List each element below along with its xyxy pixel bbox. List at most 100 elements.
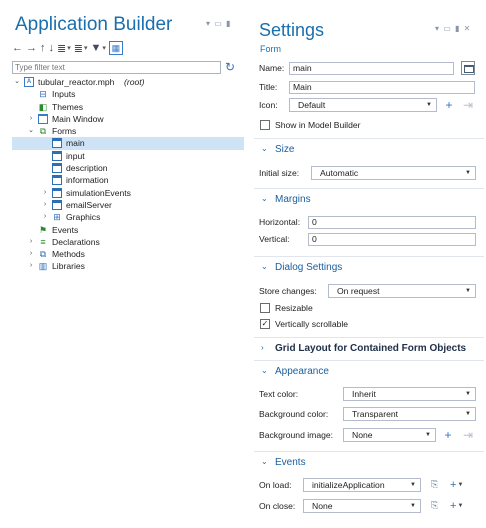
- vertical-label: Vertical:: [259, 234, 290, 244]
- chevron-right-icon[interactable]: ›: [27, 236, 35, 248]
- tree-item-description[interactable]: description: [12, 162, 244, 174]
- dialog-settings-section-header[interactable]: ⌄ Dialog Settings: [254, 256, 484, 278]
- tree-item-forms[interactable]: ⌄ ⧉ Forms: [12, 125, 244, 137]
- on-load-value: initializeApplication: [312, 480, 385, 490]
- tree-item-events[interactable]: ⚑ Events: [12, 224, 244, 236]
- tree-item-inputs[interactable]: ⊟ Inputs: [12, 88, 244, 100]
- chevron-down-icon: ▼: [465, 170, 471, 176]
- tree-item-main-window[interactable]: › Main Window: [12, 113, 244, 125]
- app-builder-toolbar: ← → ↑ ↓ ≣ ▾ ≣ ▾ ▼ ▾ ▦: [12, 40, 123, 56]
- chevron-down-icon: ▼: [410, 482, 416, 488]
- title-label: Title:: [259, 82, 278, 92]
- chevron-right-icon[interactable]: ›: [27, 260, 35, 272]
- initial-size-select[interactable]: Automatic ▼: [311, 166, 476, 180]
- chevron-down-icon: ▼: [425, 432, 431, 438]
- tree-item-information[interactable]: information: [12, 174, 244, 186]
- inputs-icon: ⊟: [39, 89, 47, 100]
- import-image-icon[interactable]: ⇥: [461, 428, 475, 442]
- appearance-section-header[interactable]: ⌄ Appearance: [254, 360, 484, 382]
- grid-layout-section-header[interactable]: › Grid Layout for Contained Form Objects: [254, 337, 484, 359]
- tree-item-declarations[interactable]: › ≡ Declarations: [12, 236, 244, 248]
- events-section-title: Events: [275, 457, 306, 468]
- tree-item-label: tubular_reactor.mph: [38, 77, 115, 87]
- chevron-right-icon[interactable]: ›: [27, 113, 35, 125]
- tree-item-label: Graphics: [66, 212, 101, 223]
- edit-method-icon[interactable]: ⎘: [431, 479, 438, 490]
- add-method-icon[interactable]: +▼: [450, 478, 463, 492]
- chevron-right-icon[interactable]: ›: [41, 211, 49, 223]
- tree-item-label: Methods: [52, 249, 85, 260]
- form-icon: [52, 150, 62, 161]
- back-arrow-icon[interactable]: ←: [12, 41, 23, 55]
- tree-item-label: input: [66, 150, 85, 161]
- size-section-title: Size: [275, 144, 295, 155]
- chevron-right-icon[interactable]: ›: [41, 199, 49, 211]
- settings-window-controls[interactable]: ▾ ▭ ▮ ✕: [435, 24, 471, 33]
- chevron-down-icon[interactable]: ⌄: [13, 76, 21, 88]
- icon-select-value: Default: [298, 100, 326, 110]
- tree-item-graphics[interactable]: › ⊞ Graphics: [12, 211, 244, 223]
- import-icon[interactable]: ⇥: [461, 98, 475, 112]
- tree-item-emailserver[interactable]: › emailServer: [12, 199, 244, 211]
- store-changes-select[interactable]: On request ▼: [328, 284, 476, 298]
- form-view-icon[interactable]: ▦: [108, 41, 123, 55]
- initial-size-label: Initial size:: [259, 168, 300, 178]
- tree-item-main[interactable]: main: [12, 137, 244, 150]
- edit-name-icon[interactable]: [461, 61, 475, 75]
- filter-input[interactable]: [12, 61, 221, 74]
- add-close-method-icon[interactable]: +▼: [450, 499, 463, 513]
- bg-color-select[interactable]: Transparent ▼: [343, 407, 476, 421]
- main-window-icon: [38, 113, 48, 124]
- tree-item-themes[interactable]: ◧ Themes: [12, 101, 244, 113]
- title-field[interactable]: Main: [289, 81, 475, 94]
- bg-image-select[interactable]: None ▼: [343, 428, 436, 442]
- forward-arrow-icon[interactable]: →: [26, 41, 37, 55]
- tree-item-label: Libraries: [52, 261, 85, 272]
- name-label: Name:: [259, 63, 285, 73]
- on-close-select[interactable]: None ▼: [303, 499, 421, 513]
- chevron-down-icon: ⌄: [261, 194, 268, 203]
- horizontal-field[interactable]: 0: [308, 216, 476, 229]
- collapse-tree-icon[interactable]: ≣ ▾: [74, 41, 88, 55]
- tree-item-label: description: [66, 163, 108, 174]
- margins-section-header[interactable]: ⌄ Margins: [254, 188, 484, 210]
- panel-window-controls[interactable]: ▾ ▭ ▮: [206, 19, 231, 28]
- on-load-select[interactable]: initializeApplication ▼: [303, 478, 421, 492]
- edit-close-method-icon[interactable]: ⎘: [431, 500, 438, 511]
- tree-item-tubular-reactor-mph[interactable]: ⌄ Atubular_reactor.mph (root): [12, 76, 244, 88]
- store-changes-label: Store changes:: [259, 286, 317, 296]
- expand-tree-icon[interactable]: ≣ ▾: [57, 41, 71, 55]
- add-image-icon[interactable]: +: [441, 428, 455, 442]
- settings-title: Settings: [259, 20, 325, 40]
- move-up-icon[interactable]: ↑: [40, 41, 46, 55]
- filter-row: ↻: [12, 60, 244, 74]
- chevron-down-icon[interactable]: ⌄: [27, 125, 35, 137]
- resizable-checkbox[interactable]: [260, 303, 270, 313]
- events-section-header[interactable]: ⌄ Events: [254, 451, 484, 473]
- move-down-icon[interactable]: ↓: [49, 41, 55, 55]
- tree-item-label: Themes: [52, 101, 84, 112]
- tree-item-simulationevents[interactable]: › simulationEvents: [12, 187, 244, 199]
- tree-item-methods[interactable]: › ⧉ Methods: [12, 248, 244, 260]
- tree-item-libraries[interactable]: › ▥ Libraries: [12, 260, 244, 272]
- refresh-icon[interactable]: ↻: [225, 60, 235, 74]
- tree-item-input[interactable]: input: [12, 150, 244, 162]
- name-field[interactable]: main: [289, 62, 454, 75]
- chevron-right-icon: ›: [261, 343, 264, 352]
- graphics-icon: ⊞: [53, 212, 61, 223]
- size-section-header[interactable]: ⌄ Size: [254, 138, 484, 160]
- vertical-field[interactable]: 0: [308, 233, 476, 246]
- dialog-settings-section-title: Dialog Settings: [275, 262, 343, 273]
- chevron-right-icon[interactable]: ›: [27, 248, 35, 260]
- store-changes-value: On request: [337, 286, 380, 296]
- chevron-down-icon: ▼: [465, 288, 471, 294]
- add-icon[interactable]: +: [442, 98, 456, 112]
- text-color-select[interactable]: Inherit ▼: [343, 387, 476, 401]
- vertically-scrollable-checkbox[interactable]: ✓: [260, 319, 270, 329]
- filter-icon[interactable]: ▼ ▾: [90, 41, 105, 55]
- vertically-scrollable-label: Vertically scrollable: [275, 319, 349, 329]
- chevron-right-icon[interactable]: ›: [41, 187, 49, 199]
- icon-select[interactable]: Default ▼: [289, 98, 437, 112]
- show-in-model-builder-checkbox[interactable]: [260, 120, 270, 130]
- application-builder-title: Application Builder: [15, 14, 173, 35]
